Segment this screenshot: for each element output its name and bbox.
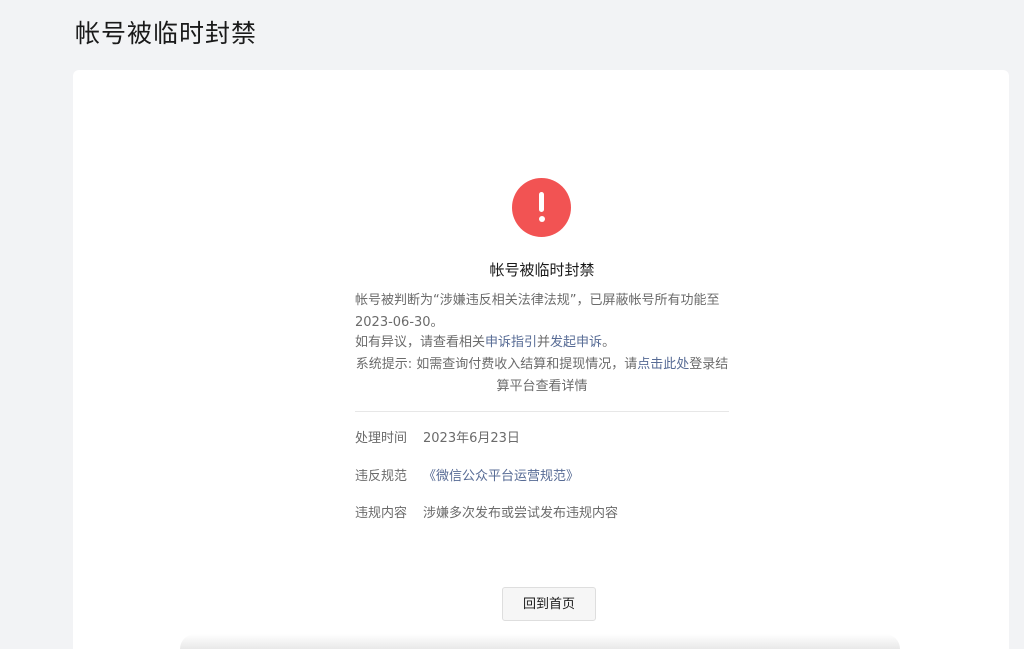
home-button[interactable]: 回到首页 — [502, 587, 596, 621]
rule-label: 违反规范 — [355, 469, 408, 484]
system-tip-prefix: 系统提示: 如需查询付费收入结算和提现情况，请 — [355, 357, 638, 372]
ban-description: 帐号被判断为“涉嫌违反相关法律法规”，已屏蔽帐号所有功能至2023-06-30。 — [355, 293, 720, 330]
bottom-shadow — [180, 634, 900, 649]
page: 帐号被临时封禁 帐号被临时封禁 帐号被判断为“涉嫌违反相关法律法规”，已屏蔽帐号… — [0, 0, 1024, 649]
appeal-suffix: 。 — [602, 335, 616, 350]
notice-title: 帐号被临时封禁 — [489, 261, 595, 279]
appeal-guide-link[interactable]: 申诉指引 — [485, 335, 537, 350]
appeal-mid: 并 — [537, 335, 551, 350]
exclamation-dot — [538, 216, 545, 222]
appeal-link[interactable]: 发起申诉 — [550, 335, 602, 350]
content-label: 违规内容 — [355, 506, 408, 521]
detail-row-time: 处理时间 2023年6月23日 — [355, 429, 729, 449]
time-label: 处理时间 — [355, 431, 408, 446]
rule-link[interactable]: 《微信公众平台运营规范》 — [423, 469, 579, 484]
page-title: 帐号被临时封禁 — [75, 19, 258, 48]
click-here-link[interactable]: 点击此处 — [637, 357, 689, 372]
appeal-prefix: 如有异议，请查看相关 — [355, 335, 486, 350]
content-value: 涉嫌多次发布或尝试发布违规内容 — [423, 506, 619, 521]
divider — [355, 411, 729, 412]
detail-row-rule: 违反规范 《微信公众平台运营规范》 — [355, 467, 729, 487]
time-value: 2023年6月23日 — [423, 431, 520, 446]
system-tip: 系统提示: 如需查询付费收入结算和提现情况，请点击此处登录结算平台查看详情 — [355, 354, 729, 398]
detail-row-content: 违规内容 涉嫌多次发布或尝试发布违规内容 — [355, 504, 729, 524]
exclamation-bar — [539, 192, 544, 212]
appeal-description: 如有异议，请查看相关申诉指引并发起申诉。 — [355, 332, 729, 354]
warning-icon — [512, 178, 571, 237]
